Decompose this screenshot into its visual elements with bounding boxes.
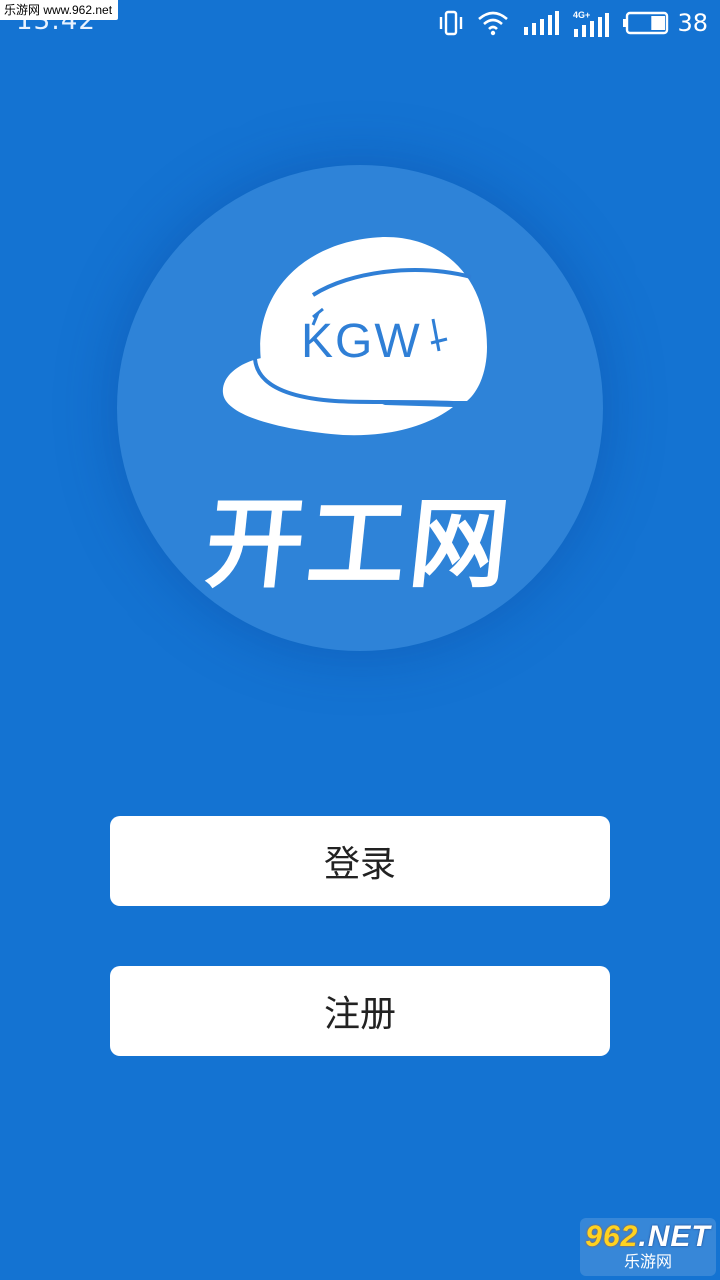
register-button[interactable]: 注册 bbox=[110, 966, 610, 1056]
watermark-top: 乐游网 www.962.net bbox=[0, 0, 119, 20]
brand-title: 开工网 bbox=[200, 488, 519, 602]
watermark-logo: 962.NET bbox=[585, 1222, 710, 1252]
battery-level: 38 bbox=[677, 9, 708, 37]
login-button[interactable]: 登录 bbox=[110, 816, 610, 906]
logo-circle: KGW 开工网 bbox=[117, 165, 603, 651]
status-icons: 4G+ 38 bbox=[439, 8, 708, 38]
wifi-icon bbox=[477, 10, 509, 36]
network-type-label: 4G+ bbox=[573, 10, 590, 20]
watermark-bottom: 962.NET 乐游网 bbox=[580, 1218, 716, 1276]
helmet-logo-icon: KGW bbox=[222, 237, 487, 436]
helmet-text: KGW bbox=[301, 315, 422, 368]
watermark-number: 962 bbox=[585, 1220, 639, 1253]
vibrate-icon bbox=[439, 10, 463, 36]
status-bar: 13:42 乐游网 www.962.net 4G+ 38 bbox=[0, 0, 720, 46]
signal-4g-icon: 4G+ bbox=[573, 9, 610, 37]
watermark-text: 乐游网 bbox=[623, 1252, 672, 1271]
battery-icon bbox=[623, 11, 669, 35]
watermark-suffix: .NET bbox=[638, 1220, 711, 1253]
signal-icon bbox=[523, 11, 560, 35]
